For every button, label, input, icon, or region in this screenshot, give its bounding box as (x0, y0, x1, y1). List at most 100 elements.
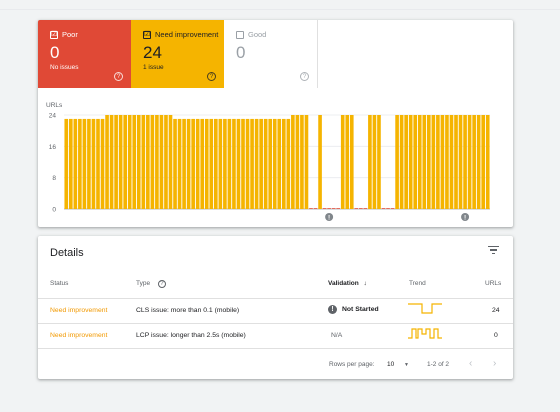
bar[interactable] (431, 115, 436, 209)
bar[interactable] (359, 208, 363, 209)
bar[interactable] (295, 115, 300, 209)
bar[interactable] (259, 118, 263, 209)
bar[interactable] (286, 118, 291, 209)
bar[interactable] (132, 115, 137, 209)
bar[interactable] (336, 208, 340, 209)
poor-tile[interactable]: ☑ Poor 0 No issues ? (38, 20, 131, 88)
bar[interactable] (146, 115, 150, 209)
bar[interactable] (245, 118, 250, 209)
bar[interactable] (109, 115, 114, 209)
checkbox-icon[interactable]: ☑ (50, 30, 58, 39)
bar[interactable] (209, 118, 214, 209)
bar[interactable] (73, 118, 78, 209)
bar[interactable] (236, 118, 241, 209)
bar[interactable] (272, 118, 277, 209)
bar[interactable] (381, 208, 386, 209)
bar[interactable] (467, 115, 472, 209)
bar[interactable] (277, 118, 282, 209)
bar[interactable] (195, 118, 200, 209)
bar[interactable] (227, 118, 232, 209)
bar[interactable] (463, 115, 467, 209)
rows-per-page-select[interactable]: 10 ▼ (387, 361, 409, 368)
bar[interactable] (449, 115, 454, 209)
bar[interactable] (123, 115, 127, 209)
help-icon[interactable]: ? (114, 72, 123, 81)
checkbox-icon[interactable] (236, 30, 244, 39)
bar[interactable] (377, 115, 381, 209)
bar[interactable] (250, 118, 254, 209)
bar[interactable] (150, 115, 155, 209)
bar[interactable] (191, 118, 195, 209)
bar[interactable] (368, 115, 372, 209)
bar[interactable] (413, 115, 418, 209)
bar[interactable] (472, 115, 476, 209)
filter-icon[interactable] (488, 246, 499, 255)
bar[interactable] (322, 208, 327, 209)
bar[interactable] (223, 118, 227, 209)
bar[interactable] (304, 115, 309, 209)
bar[interactable] (254, 118, 259, 209)
bar[interactable] (141, 115, 146, 209)
bar[interactable] (182, 118, 186, 209)
bar[interactable] (232, 118, 236, 209)
bar[interactable] (68, 118, 73, 209)
bar[interactable] (300, 115, 304, 209)
bar[interactable] (118, 115, 123, 209)
bar[interactable] (100, 118, 105, 209)
bar[interactable] (78, 118, 82, 209)
column-header-validation[interactable]: Validation ↓ (328, 280, 367, 287)
bar[interactable] (445, 115, 449, 209)
bar[interactable] (440, 115, 445, 209)
bar[interactable] (349, 115, 354, 209)
bar[interactable] (218, 118, 223, 209)
bar[interactable] (427, 115, 431, 209)
bar[interactable] (313, 208, 318, 209)
bar[interactable] (164, 115, 168, 209)
bar[interactable] (318, 115, 322, 209)
bar[interactable] (87, 118, 91, 209)
bar[interactable] (399, 115, 404, 209)
prev-page-icon[interactable]: ‹ (469, 358, 472, 369)
bar[interactable] (386, 208, 390, 209)
bar[interactable] (214, 118, 218, 209)
bar[interactable] (268, 118, 273, 209)
bar[interactable] (454, 115, 458, 209)
bar[interactable] (390, 208, 395, 209)
help-icon[interactable]: ? (157, 280, 166, 288)
bar[interactable] (291, 115, 295, 209)
bar[interactable] (309, 208, 313, 209)
bar[interactable] (173, 118, 177, 209)
bar[interactable] (114, 115, 118, 209)
bar[interactable] (186, 118, 191, 209)
bar[interactable] (105, 115, 109, 209)
bar[interactable] (177, 118, 182, 209)
bar[interactable] (408, 115, 413, 209)
bar[interactable] (327, 208, 331, 209)
bar[interactable] (82, 118, 87, 209)
bar[interactable] (340, 115, 345, 209)
bar[interactable] (168, 115, 173, 209)
bar[interactable] (331, 208, 336, 209)
next-page-icon[interactable]: › (493, 358, 496, 369)
bar[interactable] (91, 118, 96, 209)
bar[interactable] (354, 208, 359, 209)
bar[interactable] (363, 208, 368, 209)
good-tile[interactable]: Good 0 ? (224, 20, 318, 88)
bar[interactable] (481, 115, 486, 209)
bar[interactable] (436, 115, 440, 209)
bar[interactable] (96, 118, 100, 209)
bar[interactable] (458, 115, 463, 209)
help-icon[interactable]: ? (207, 72, 216, 81)
bar[interactable] (241, 118, 245, 209)
bar[interactable] (372, 115, 377, 209)
bar[interactable] (281, 118, 286, 209)
bar[interactable] (155, 115, 159, 209)
bar[interactable] (476, 115, 481, 209)
bar[interactable] (395, 115, 399, 209)
bar[interactable] (136, 115, 141, 209)
bar[interactable] (64, 118, 69, 209)
bar[interactable] (417, 115, 422, 209)
bar[interactable] (404, 115, 408, 209)
bar[interactable] (127, 115, 132, 209)
help-icon[interactable]: ? (300, 72, 309, 81)
